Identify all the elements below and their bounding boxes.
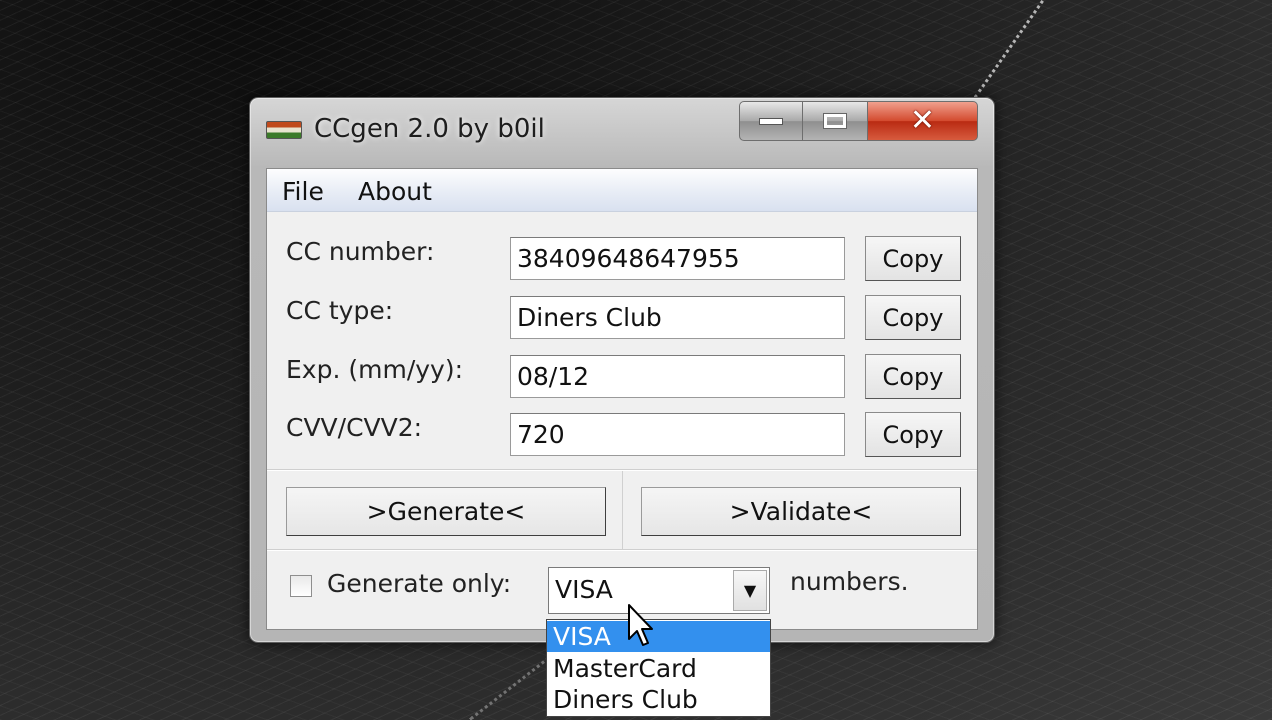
client-area: File About CC number: Copy CC type: Copy…	[266, 168, 978, 630]
separator	[267, 549, 977, 551]
expiration-field[interactable]	[510, 355, 845, 398]
ccgen-window: CCgen 2.0 by b0il ✕ File About CC number…	[249, 97, 995, 643]
menu-file[interactable]: File	[282, 177, 324, 206]
dropdown-option-visa[interactable]: VISA	[547, 621, 770, 652]
chevron-down-icon[interactable]: ▼	[733, 570, 767, 611]
vertical-separator	[622, 471, 623, 549]
desktop-wallpaper-streak	[973, 0, 1051, 99]
generate-only-label: Generate only:	[327, 569, 512, 598]
expiration-label: Exp. (mm/yy):	[286, 355, 464, 384]
card-type-select[interactable]: VISA ▼	[548, 567, 770, 614]
copy-expiration-button[interactable]: Copy	[865, 354, 961, 399]
cvv-field[interactable]	[510, 413, 845, 456]
minimize-icon	[759, 117, 783, 125]
cvv-label: CVV/CVV2:	[286, 413, 423, 442]
copy-cc-number-button[interactable]: Copy	[865, 236, 961, 281]
dropdown-option-diners-club[interactable]: Diners Club	[547, 684, 770, 715]
title-bar[interactable]: CCgen 2.0 by b0il ✕	[250, 98, 994, 164]
menu-bar: File About	[267, 169, 977, 212]
card-type-dropdown-list: VISA MasterCard Diners Club	[546, 619, 771, 717]
menu-about[interactable]: About	[358, 177, 432, 206]
maximize-button[interactable]	[803, 101, 868, 141]
app-flag-icon	[266, 121, 302, 139]
window-title: CCgen 2.0 by b0il	[314, 114, 545, 144]
maximize-icon	[823, 113, 847, 129]
generate-only-checkbox[interactable]	[290, 575, 312, 597]
cc-number-field[interactable]	[510, 237, 845, 280]
cc-type-field[interactable]	[510, 296, 845, 339]
copy-cc-type-button[interactable]: Copy	[865, 295, 961, 340]
close-button[interactable]: ✕	[868, 101, 978, 141]
validate-button[interactable]: >Validate<	[641, 487, 961, 536]
copy-cvv-button[interactable]: Copy	[865, 412, 961, 457]
minimize-button[interactable]	[739, 101, 803, 141]
cc-number-label: CC number:	[286, 237, 435, 266]
generate-button[interactable]: >Generate<	[286, 487, 606, 536]
close-icon: ✕	[909, 103, 936, 138]
dropdown-option-mastercard[interactable]: MasterCard	[547, 653, 770, 684]
cc-type-label: CC type:	[286, 296, 394, 325]
numbers-label: numbers.	[790, 567, 909, 596]
mouse-pointer-icon	[628, 604, 653, 646]
card-type-selected-value: VISA	[555, 575, 613, 604]
